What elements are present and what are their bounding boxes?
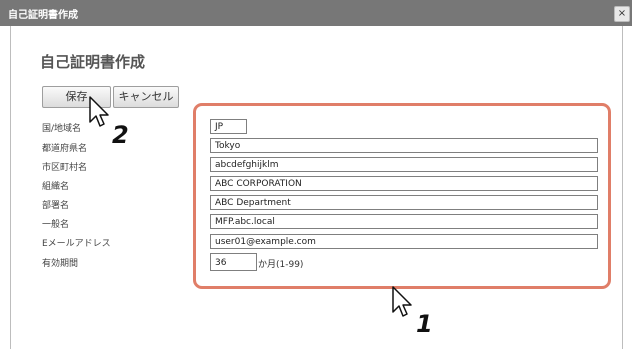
- form-highlight-box: [193, 103, 611, 289]
- window-titlebar: 自己証明書作成 ×: [0, 0, 632, 26]
- cancel-button[interactable]: キャンセル: [113, 86, 179, 108]
- window-title: 自己証明書作成: [8, 10, 78, 21]
- city-label: 市区町村名: [42, 163, 88, 173]
- organization-label: 組織名: [42, 182, 70, 192]
- validity-label: 有効期間: [42, 259, 79, 269]
- close-button[interactable]: ×: [614, 6, 630, 22]
- callout-number-1: 1: [416, 310, 433, 338]
- country-label: 国/地域名: [42, 124, 82, 134]
- pointer-cursor-icon: [89, 96, 109, 127]
- state-label: 都道府県名: [42, 144, 88, 154]
- email-label: Eメールアドレス: [42, 239, 111, 249]
- pointer-cursor-icon: [392, 286, 412, 317]
- common-name-label: 一般名: [42, 220, 70, 230]
- department-label: 部署名: [42, 201, 70, 211]
- page-title: 自己証明書作成: [40, 53, 146, 71]
- callout-number-2: 2: [112, 121, 129, 149]
